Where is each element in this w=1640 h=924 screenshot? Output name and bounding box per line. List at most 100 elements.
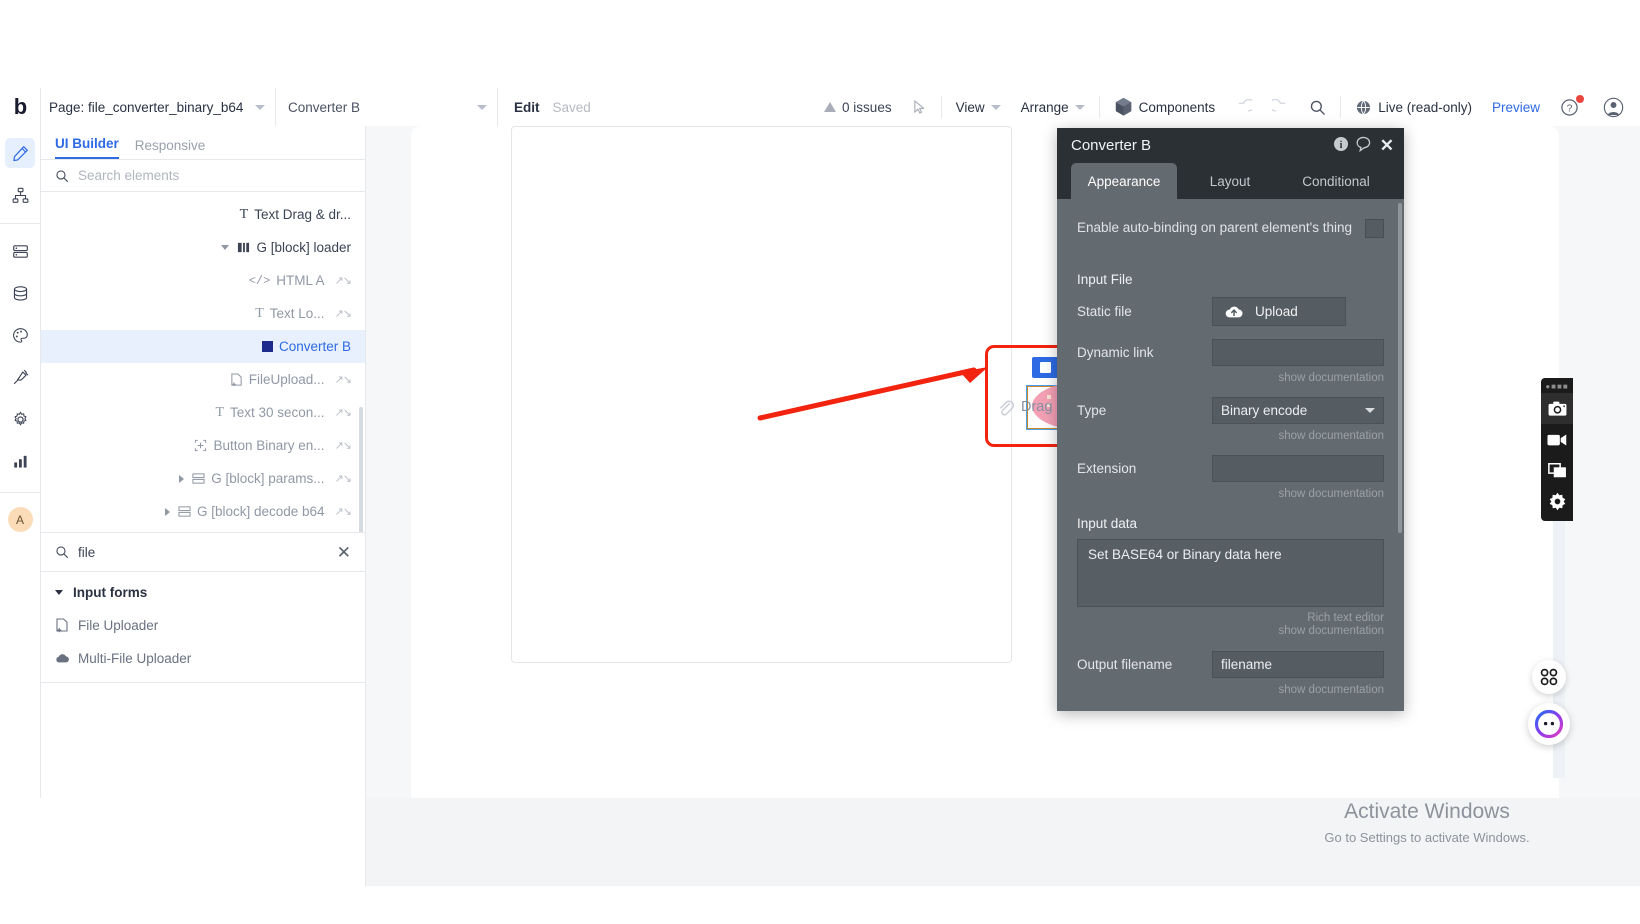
- extension-input[interactable]: [1212, 455, 1384, 482]
- hidden-eye-icon[interactable]: ↗↘: [335, 274, 352, 287]
- top-toolbar: b Page: file_converter_binary_b64 Conver…: [0, 88, 1640, 126]
- text-icon: T: [255, 305, 264, 321]
- chat-widget-button[interactable]: [1528, 703, 1570, 745]
- search-elements-field[interactable]: Search elements: [41, 160, 365, 192]
- sidebar-item-logs[interactable]: [5, 446, 35, 476]
- chevron-right-icon[interactable]: [179, 474, 185, 483]
- sidebar-item-plugins[interactable]: [5, 362, 35, 392]
- clear-search-icon[interactable]: ✕: [337, 544, 351, 561]
- recorder-drag-handle[interactable]: ●■■■: [1545, 382, 1568, 393]
- extension-doc-link[interactable]: show documentation: [1057, 482, 1404, 500]
- hidden-eye-icon[interactable]: ↗↘: [335, 373, 352, 386]
- hidden-eye-icon[interactable]: ↗↘: [335, 505, 352, 518]
- hidden-eye-icon[interactable]: ↗↘: [335, 472, 352, 485]
- grid-icon: [1540, 668, 1558, 686]
- svg-text:i: i: [1339, 140, 1342, 151]
- sidebar-item-data-source[interactable]: [5, 236, 35, 266]
- cursor-tool-button[interactable]: [902, 88, 937, 126]
- tree-item-label: HTML A: [276, 273, 325, 288]
- user-account-button[interactable]: [1593, 88, 1640, 126]
- tree-item-g-block-params[interactable]: G [block] params... ↗↘: [41, 462, 365, 495]
- palette-item-multi-file-uploader[interactable]: Multi-File Uploader: [41, 642, 365, 675]
- close-icon[interactable]: ✕: [1377, 136, 1394, 156]
- input-data-doc-link[interactable]: show documentation: [1057, 624, 1404, 637]
- sidebar-item-styles[interactable]: [5, 320, 35, 350]
- sidebar-item-settings[interactable]: [5, 404, 35, 434]
- hidden-eye-icon[interactable]: ↗↘: [335, 439, 352, 452]
- sidebar-item-database[interactable]: [5, 278, 35, 308]
- output-filename-doc-link[interactable]: show documentation: [1057, 678, 1404, 696]
- arrange-menu-label: Arrange: [1020, 99, 1069, 115]
- help-button[interactable]: ?: [1550, 88, 1593, 126]
- palette-item-file-uploader[interactable]: File Uploader: [41, 609, 365, 642]
- palette-group-input-forms[interactable]: Input forms: [41, 576, 365, 609]
- app-grid-button[interactable]: [1532, 660, 1566, 694]
- redo-button[interactable]: [1262, 88, 1299, 126]
- edit-label[interactable]: Edit: [514, 100, 540, 115]
- tree-item-fileuploader[interactable]: FileUpload... ↗↘: [41, 363, 365, 396]
- sidebar-item-design[interactable]: [5, 138, 35, 168]
- recorder-settings-button[interactable]: [1541, 486, 1573, 517]
- issues-indicator[interactable]: 0 issues: [814, 88, 902, 126]
- type-select[interactable]: Binary encode: [1212, 397, 1384, 424]
- recorder-window-button[interactable]: [1541, 455, 1573, 486]
- palette-search-field[interactable]: file ✕: [41, 532, 365, 572]
- tab-ui-builder[interactable]: UI Builder: [55, 136, 119, 159]
- version-selector[interactable]: Live (read-only): [1345, 88, 1482, 126]
- hidden-eye-icon[interactable]: ↗↘: [335, 406, 352, 419]
- hidden-eye-icon[interactable]: ↗↘: [335, 307, 352, 320]
- element-selector[interactable]: Converter B: [276, 88, 498, 126]
- sidebar-item-workflow[interactable]: [5, 180, 35, 210]
- info-icon[interactable]: i: [1329, 136, 1353, 156]
- view-menu-label: View: [955, 99, 985, 115]
- tree-item-g-block-displaying-menu-bg[interactable]: G [block] Displaying menu bg ↗↘: [41, 528, 365, 532]
- recorder-screenshot-button[interactable]: [1541, 393, 1573, 424]
- tree-item-text-drag-drop[interactable]: T Text Drag & dr...: [41, 198, 365, 231]
- tab-responsive[interactable]: Responsive: [135, 138, 206, 159]
- tree-item-text-lo[interactable]: T Text Lo... ↗↘: [41, 297, 365, 330]
- canvas-area[interactable]: Converter B Drag & drop browse: [366, 126, 1640, 818]
- static-file-row: Static file Upload: [1057, 287, 1404, 326]
- avatar-icon: [1603, 97, 1624, 117]
- chevron-right-icon[interactable]: [164, 507, 170, 516]
- divider: [41, 682, 365, 683]
- property-editor-scrollbar[interactable]: [1398, 203, 1402, 533]
- tree-item-html-a[interactable]: </> HTML A ↗↘: [41, 264, 365, 297]
- chevron-down-icon: [477, 104, 487, 110]
- search-button[interactable]: [1299, 88, 1336, 126]
- recorder-video-button[interactable]: [1541, 424, 1573, 455]
- upload-button[interactable]: Upload: [1212, 297, 1346, 326]
- view-menu[interactable]: View: [946, 88, 1011, 126]
- comment-icon[interactable]: [1353, 136, 1377, 156]
- tree-item-button-binary-encode[interactable]: Button Binary en... ↗↘: [41, 429, 365, 462]
- tree-item-g-block-loader[interactable]: G [block] loader: [41, 231, 365, 264]
- avatar[interactable]: A: [7, 507, 33, 532]
- database-icon: [13, 285, 27, 301]
- screen-recorder-widget: ●■■■: [1541, 378, 1573, 521]
- preview-button[interactable]: Preview: [1482, 100, 1550, 115]
- undo-button[interactable]: [1225, 88, 1262, 126]
- page-selector[interactable]: Page: file_converter_binary_b64: [41, 88, 276, 126]
- divider: [0, 223, 41, 224]
- tab-layout[interactable]: Layout: [1177, 163, 1283, 199]
- input-file-section-title: Input File: [1077, 272, 1133, 287]
- tab-conditional[interactable]: Conditional: [1283, 163, 1389, 199]
- arrange-menu[interactable]: Arrange: [1011, 88, 1095, 126]
- text-icon: T: [239, 206, 249, 222]
- tree-item-converter-b[interactable]: Converter B: [41, 330, 365, 363]
- tree-item-text-30-seconds[interactable]: T Text 30 secon... ↗↘: [41, 396, 365, 429]
- input-data-textarea[interactable]: Set BASE64 or Binary data here: [1077, 539, 1384, 607]
- output-filename-input[interactable]: filename: [1212, 651, 1384, 678]
- components-button[interactable]: Components: [1104, 88, 1226, 126]
- tab-appearance[interactable]: Appearance: [1071, 163, 1177, 199]
- bubble-logo[interactable]: b: [0, 88, 41, 126]
- element-selector-label: Converter B: [288, 99, 361, 115]
- tree-scrollbar[interactable]: [359, 407, 363, 532]
- type-doc-link[interactable]: show documentation: [1057, 424, 1404, 442]
- dynamic-link-input[interactable]: [1212, 339, 1384, 366]
- palette-item-label: File Uploader: [78, 618, 159, 633]
- dynamic-link-doc-link[interactable]: show documentation: [1057, 366, 1404, 384]
- autobind-checkbox[interactable]: [1365, 219, 1384, 238]
- tree-item-g-block-decode-b64[interactable]: G [block] decode b64 ↗↘: [41, 495, 365, 528]
- chevron-down-icon[interactable]: [221, 245, 230, 250]
